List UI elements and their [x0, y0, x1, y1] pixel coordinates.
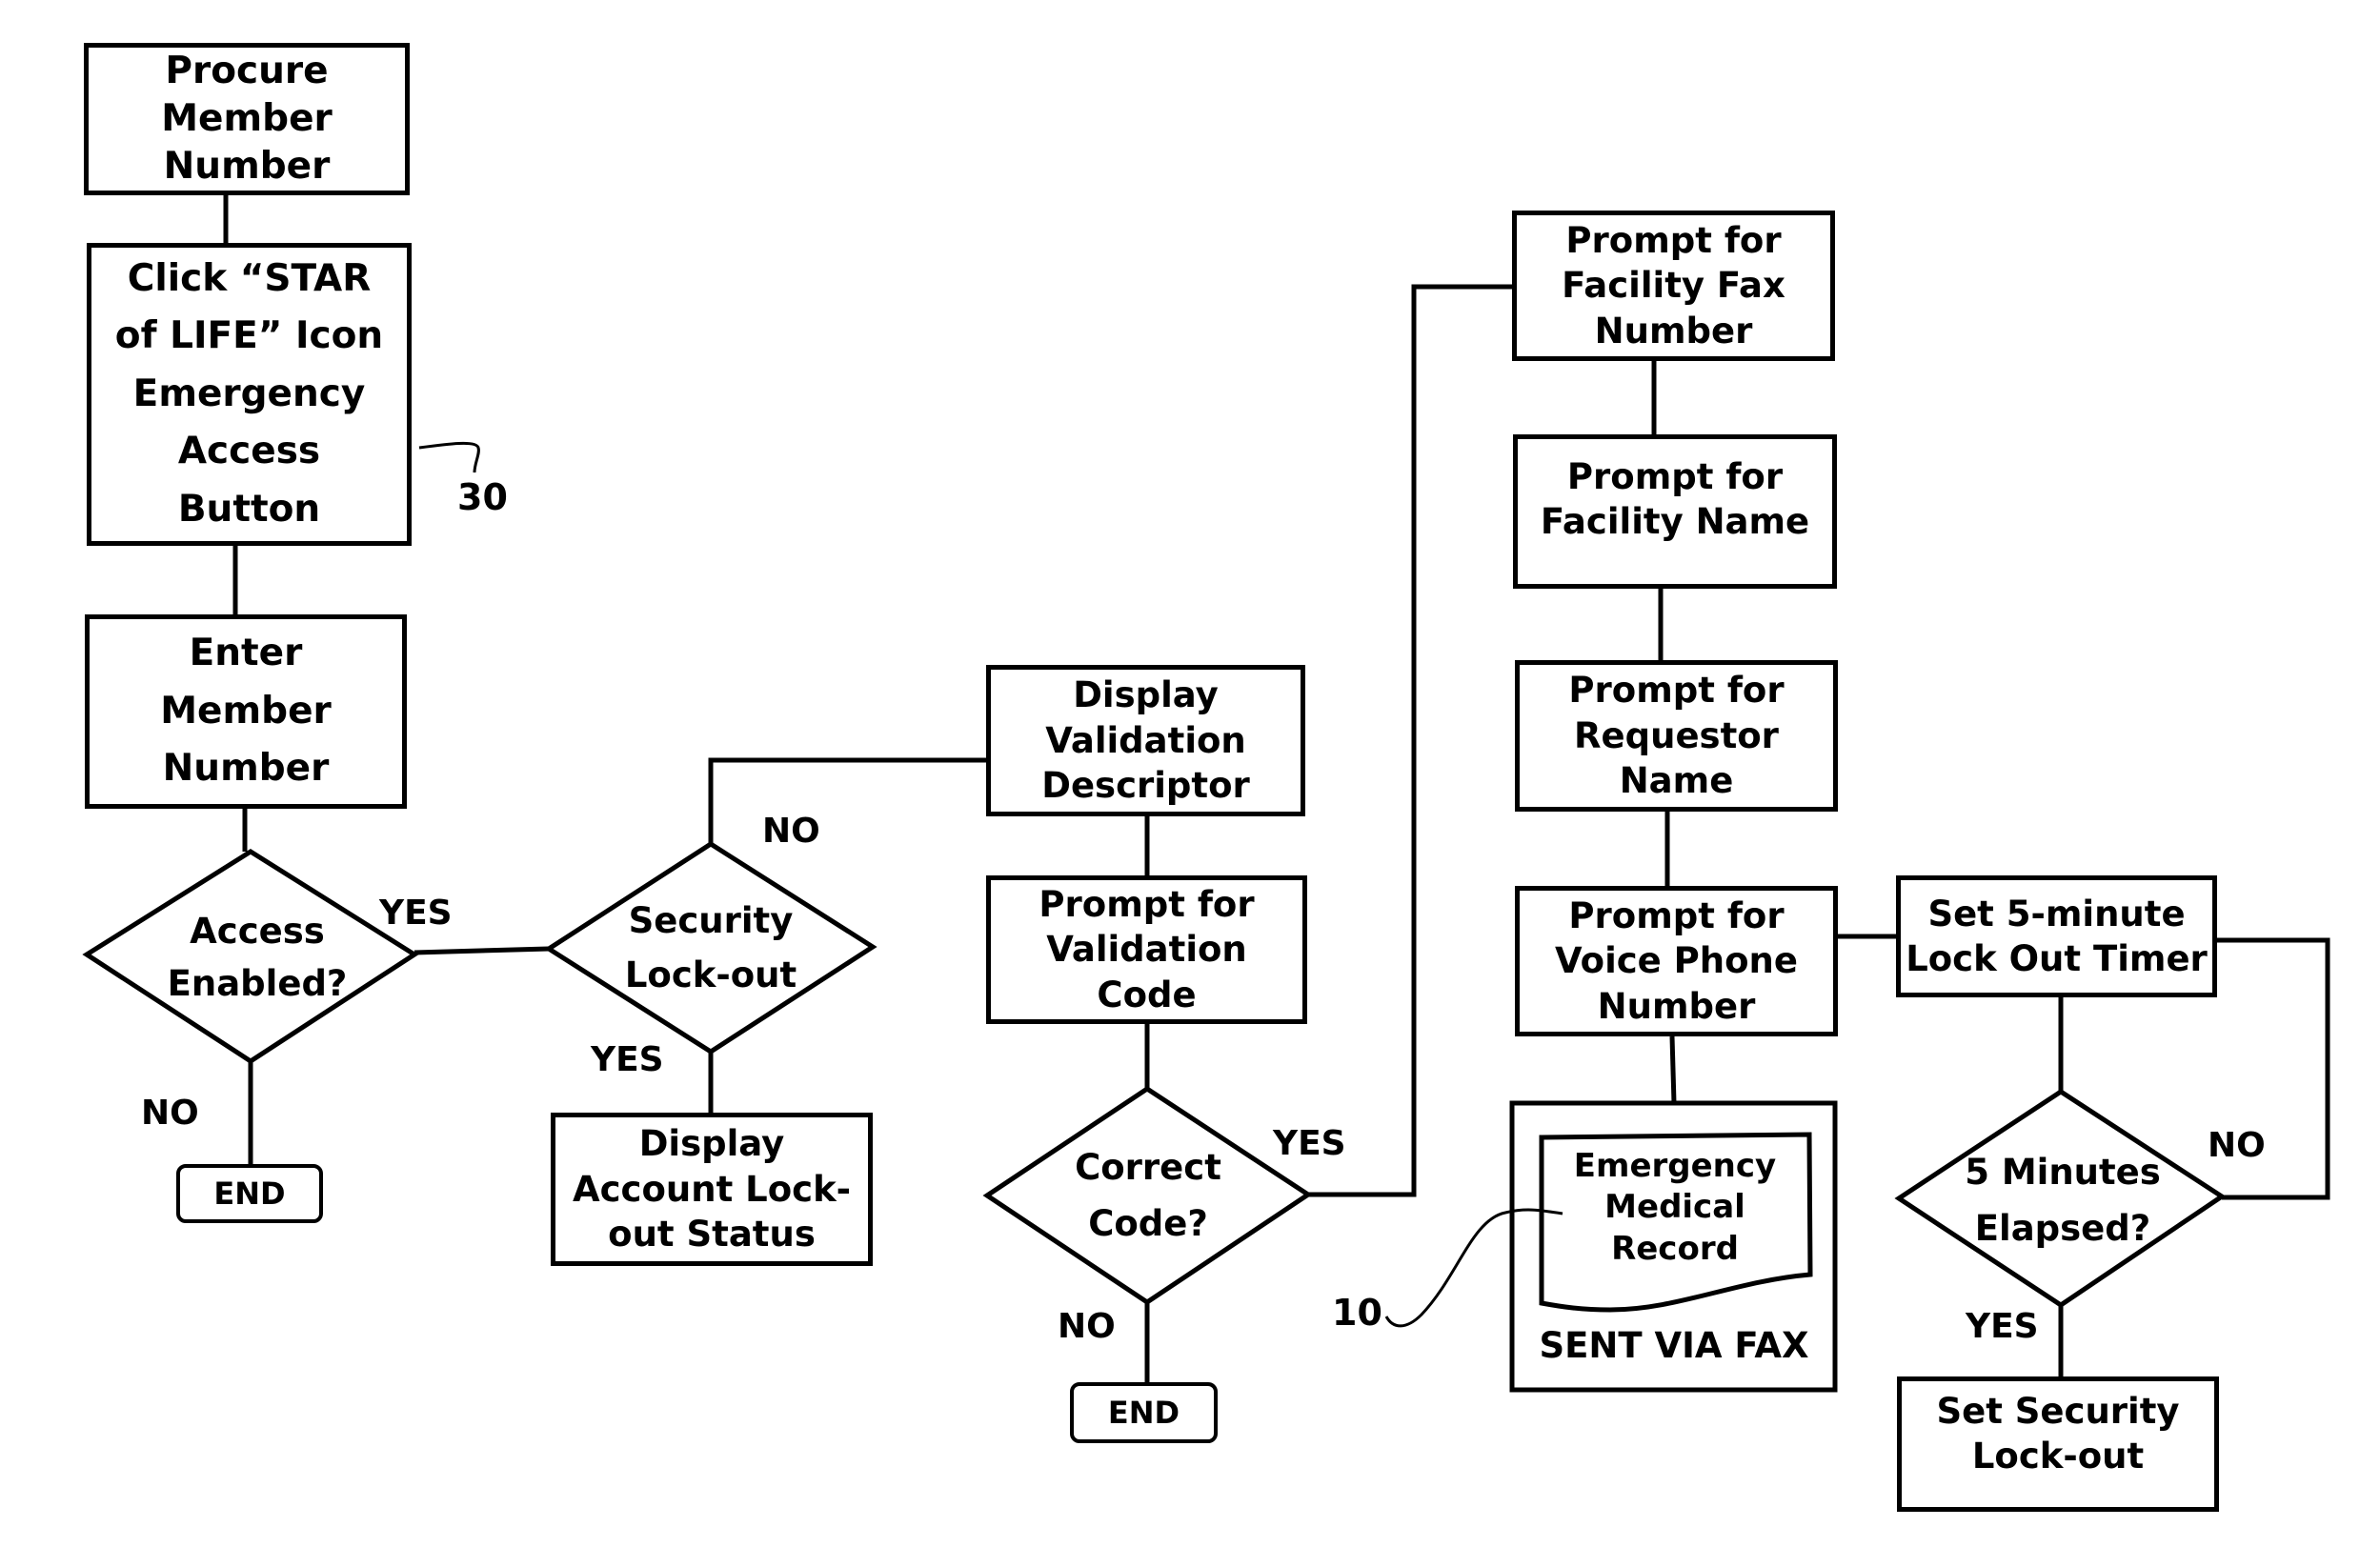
node-text: Medical: [1604, 1188, 1745, 1227]
node-text: of LIFE” Icon: [114, 314, 384, 358]
process-set-5-minute-lockout-timer: Set 5-minute Lock Out Timer: [1896, 875, 2217, 997]
node-text: Prompt for: [1568, 894, 1785, 936]
node-text: Button: [177, 487, 321, 531]
node-text: Display: [1073, 674, 1219, 716]
node-text: 5 Minutes: [1965, 1151, 2161, 1193]
node-text: Prompt for: [1568, 670, 1785, 712]
node-text: Validation: [1045, 719, 1246, 761]
node-text: Voice Phone: [1555, 940, 1798, 982]
node-text: Correct: [1075, 1146, 1221, 1188]
node-text: Prompt for: [1039, 883, 1255, 925]
node-text: Name: [1619, 760, 1734, 802]
node-text: out Status: [608, 1214, 816, 1256]
reference-numeral-10: 10: [1332, 1292, 1382, 1334]
flowchart-canvas: Procure Member Number Click “STAR of LIF…: [0, 0, 2380, 1547]
node-text: Set Security: [1936, 1391, 2180, 1432]
node-text: Code?: [1088, 1203, 1208, 1244]
process-prompt-facility-fax-number: Prompt for Facility Fax Number: [1512, 211, 1835, 361]
node-text: Requestor: [1574, 714, 1779, 756]
edge-label-correct-no: NO: [1058, 1307, 1116, 1346]
edge-security-no-validation: [708, 757, 986, 844]
process-prompt-validation-code: Prompt for Validation Code: [986, 875, 1307, 1024]
node-text: Validation: [1046, 929, 1247, 971]
node-text: Record: [1611, 1229, 1739, 1268]
edge-voice-fax-record: [1669, 1035, 1677, 1104]
process-prompt-facility-name: Prompt for Facility Name: [1513, 434, 1837, 589]
node-text: Descriptor: [1041, 765, 1250, 807]
node-text: Prompt for: [1566, 456, 1784, 497]
edge-label-security-no: NO: [762, 812, 820, 851]
node-text: Elapsed?: [1974, 1208, 2151, 1249]
process-prompt-requestor-name: Prompt for Requestor Name: [1515, 660, 1838, 812]
node-text: SENT VIA FAX: [1539, 1325, 1809, 1367]
process-click-star-of-life: Click “STAR of LIFE” Icon Emergency Acce…: [87, 243, 412, 546]
process-display-account-lockout-status: Display Account Lock- out Status: [551, 1113, 873, 1266]
edge-label-security-yes: YES: [591, 1040, 664, 1079]
process-display-validation-descriptor: Display Validation Descriptor: [986, 665, 1305, 816]
node-text: Facility Name: [1540, 501, 1810, 543]
node-text: Member: [160, 689, 332, 733]
node-text: Enabled?: [167, 963, 348, 1004]
node-text: Facility Fax: [1562, 265, 1785, 307]
node-text: Click “STAR: [127, 256, 372, 300]
sent-via-fax-label: SENT VIA FAX: [1515, 1319, 1833, 1373]
edge-label-access-yes: YES: [379, 894, 453, 933]
terminal-end-1: END: [176, 1164, 323, 1223]
node-text: Enter: [189, 632, 303, 675]
node-text: END: [213, 1175, 286, 1212]
terminal-end-2: END: [1070, 1382, 1218, 1443]
node-text: Number: [1597, 985, 1756, 1027]
edge-correct-yes-fax: [1308, 284, 1512, 1197]
node-text: Access: [177, 430, 321, 473]
node-text: Emergency: [132, 372, 366, 415]
decision-five-minutes-elapsed: 5 Minutes Elapsed?: [1944, 1138, 2182, 1262]
node-text: Access: [190, 910, 325, 952]
decision-security-lockout: Security Lock-out: [596, 886, 825, 1010]
node-text: Procure: [165, 50, 329, 93]
edge-label-five-no: NO: [2208, 1126, 2266, 1165]
reference-numeral-30: 30: [457, 476, 508, 518]
node-text: END: [1107, 1394, 1180, 1431]
decision-access-enabled: Access Enabled?: [133, 895, 381, 1019]
node-text: Lock-out: [624, 954, 797, 995]
node-text: Security: [628, 899, 794, 941]
edge-label-correct-yes: YES: [1273, 1124, 1346, 1163]
leader-30: [418, 441, 480, 473]
edge-access-yes-security: [413, 946, 550, 955]
node-text: Code: [1097, 974, 1197, 1015]
node-text: Lock-out: [1971, 1436, 2145, 1477]
process-procure-member-number: Procure Member Number: [84, 43, 410, 195]
node-text: Number: [162, 747, 330, 791]
edge-label-five-yes: YES: [1966, 1307, 2039, 1346]
node-text: Lock Out Timer: [1906, 938, 2208, 979]
process-set-security-lockout: Set Security Lock-out: [1897, 1376, 2219, 1512]
document-emergency-medical-record: Emergency Medical Record: [1543, 1141, 1806, 1275]
process-prompt-voice-phone-number: Prompt for Voice Phone Number: [1515, 886, 1838, 1036]
node-text: Account Lock-: [572, 1168, 852, 1210]
node-text: Display: [638, 1123, 785, 1165]
decision-correct-code: Correct Code?: [1039, 1134, 1258, 1257]
edge-label-access-no: NO: [141, 1094, 199, 1133]
process-enter-member-number: Enter Member Number: [85, 614, 407, 809]
node-text: Member: [161, 97, 333, 141]
node-text: Set 5-minute: [1927, 893, 2186, 934]
node-text: Number: [163, 144, 331, 188]
node-text: Prompt for: [1565, 219, 1782, 261]
leader-10: [1384, 1208, 1563, 1328]
node-text: Emergency: [1573, 1146, 1777, 1185]
node-text: Number: [1594, 310, 1753, 352]
